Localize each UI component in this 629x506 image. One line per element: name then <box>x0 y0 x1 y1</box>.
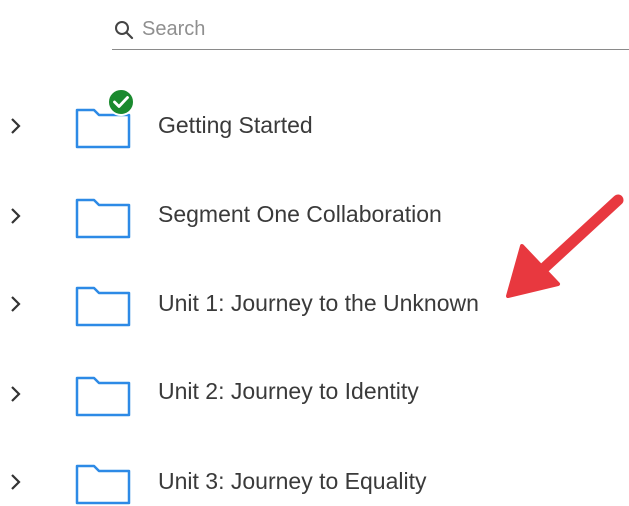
folder-label[interactable]: Unit 3: Journey to Equality <box>158 466 426 496</box>
chevron-right-icon[interactable] <box>8 472 24 492</box>
folder-label[interactable]: Unit 2: Journey to Identity <box>158 376 419 406</box>
search-bar[interactable] <box>112 10 629 50</box>
folder-label[interactable]: Getting Started <box>158 110 313 140</box>
folder-label[interactable]: Unit 1: Journey to the Unknown <box>158 288 479 318</box>
folder-icon <box>75 376 131 417</box>
chevron-right-icon[interactable] <box>8 116 24 136</box>
folder-label[interactable]: Segment One Collaboration <box>158 199 442 229</box>
chevron-right-icon[interactable] <box>8 294 24 314</box>
folder-row-unit-2[interactable]: Unit 2: Journey to Identity <box>0 364 629 424</box>
red-arrow-annotation <box>506 194 624 298</box>
folder-row-unit-3[interactable]: Unit 3: Journey to Equality <box>0 452 629 505</box>
search-icon <box>115 20 134 39</box>
folder-icon <box>75 464 131 505</box>
search-input[interactable] <box>142 18 542 41</box>
folder-icon <box>75 286 131 327</box>
folder-row-getting-started[interactable]: Getting Started <box>0 88 629 156</box>
check-badge-icon <box>107 88 135 116</box>
folder-icon <box>75 198 131 239</box>
chevron-right-icon[interactable] <box>8 206 24 226</box>
chevron-right-icon[interactable] <box>8 384 24 404</box>
